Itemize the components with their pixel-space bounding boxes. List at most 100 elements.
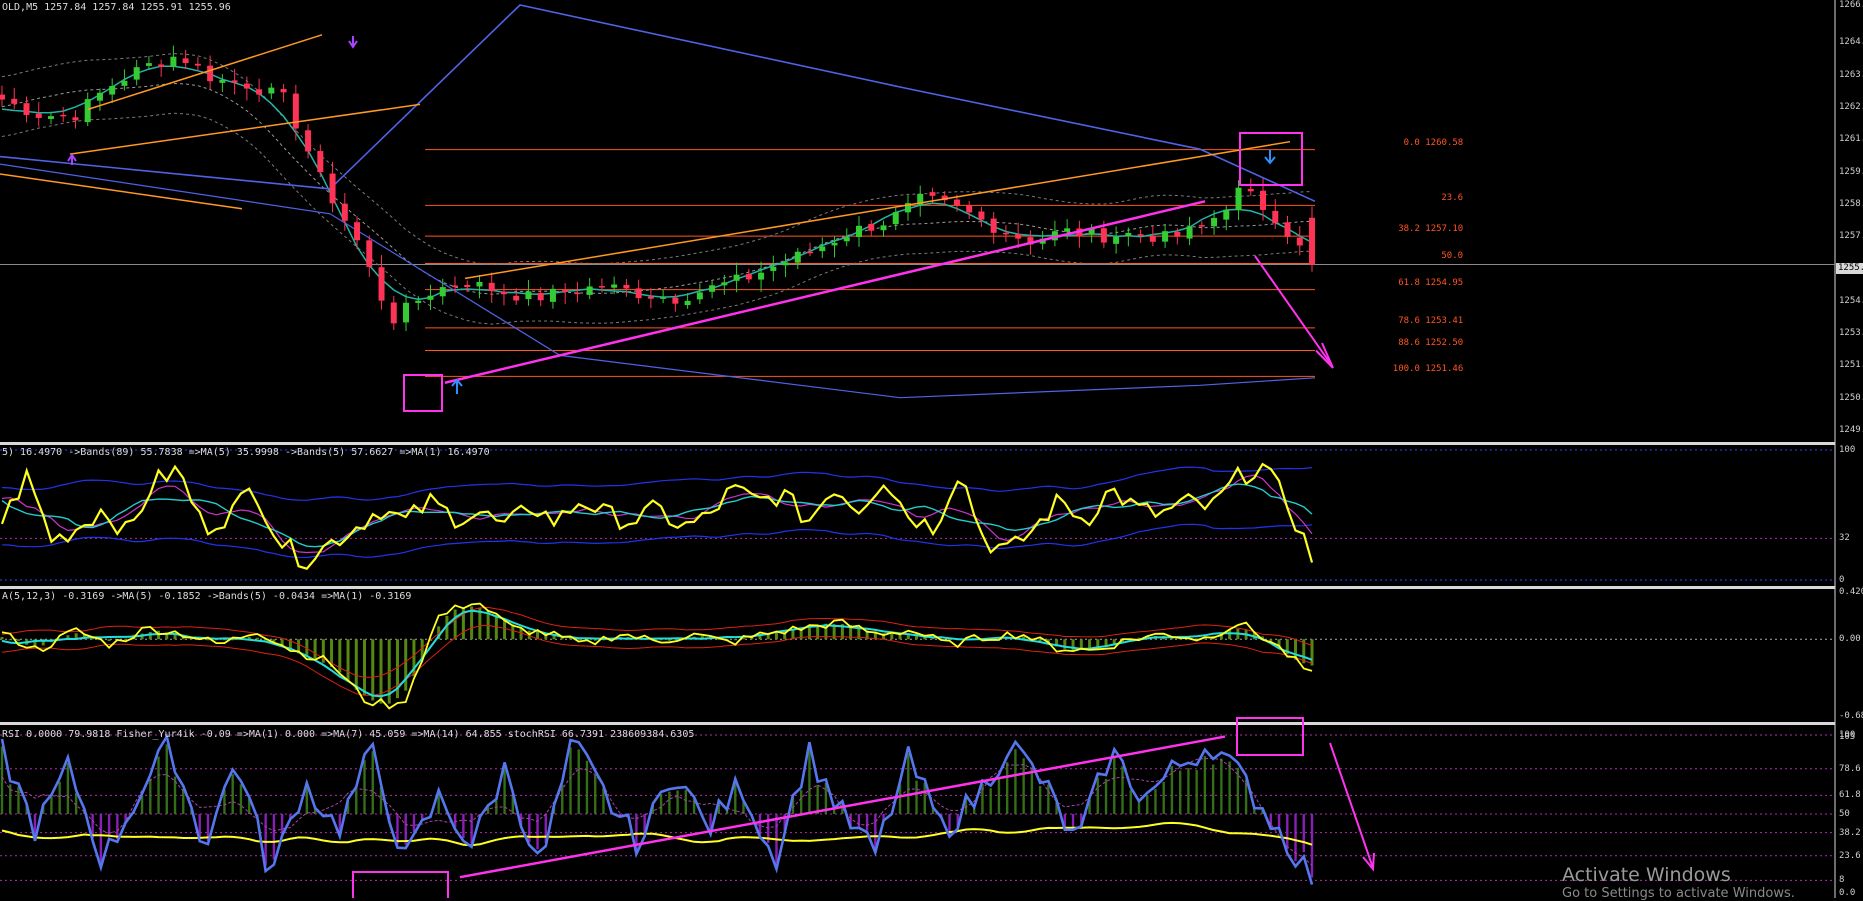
candle-body <box>195 64 201 66</box>
price-axis-tick: 1261.0 <box>1839 134 1863 144</box>
candle-body <box>11 99 17 104</box>
stoch-histogram-bar <box>17 787 19 814</box>
candle-body <box>1223 210 1229 220</box>
stoch-histogram-bar <box>149 779 151 814</box>
price-axis-tick: 1258.4 <box>1839 199 1863 209</box>
stoch-histogram-bar <box>989 788 991 814</box>
stoch-forecast-arrow <box>1330 743 1373 868</box>
candle-body <box>379 267 385 300</box>
stoch-histogram-bar <box>281 814 283 833</box>
price-axis-tick: 1254.5 <box>1839 296 1863 306</box>
stoch-histogram-bar <box>1294 814 1296 861</box>
stoch-histogram-bar <box>998 778 1000 814</box>
fib-level-label: 38.2 1257.10 <box>1398 224 1463 235</box>
stoch-axis-tick: 38.2 <box>1839 828 1861 838</box>
stoch-histogram-bar <box>372 751 374 814</box>
candle-body <box>403 303 409 323</box>
stoch-highlight-box-low <box>353 872 448 898</box>
candle-body <box>758 273 764 280</box>
current-price-tag: 1255.9 <box>1836 263 1863 274</box>
stoch-histogram-bar <box>157 757 159 814</box>
buy-signal-arrow <box>452 380 462 394</box>
macd-histogram-bar <box>149 632 152 639</box>
candle-body <box>256 89 262 94</box>
rsi-upper-band <box>2 467 1312 500</box>
stoch-axis-tick: 50 <box>1839 809 1850 819</box>
macd-histogram-bar <box>404 639 407 690</box>
candle-body <box>807 252 813 254</box>
trading-chart[interactable]: OLD,M5 1257.84 1257.84 1255.91 1255.96 5… <box>0 0 1863 898</box>
macd-axis-tick: -0.683 <box>1839 711 1863 721</box>
stoch-histogram-bar <box>1146 795 1148 814</box>
stoch-histogram-bar <box>1220 759 1222 814</box>
rsi-axis-tick: 100 <box>1839 445 1855 455</box>
candle-body <box>978 211 984 219</box>
candle-body <box>636 288 642 298</box>
stoch-histogram-bar <box>182 789 184 814</box>
candle-body <box>844 237 850 241</box>
candle-body <box>1211 218 1217 226</box>
macd-line <box>2 604 1312 709</box>
price-axis-tick: 1249.3 <box>1839 425 1863 435</box>
trend-line-upper-channel <box>88 35 322 110</box>
stoch-axis-tick: 78.6 <box>1839 764 1861 774</box>
stoch-histogram-bar <box>9 784 11 814</box>
stoch-histogram-bar <box>536 814 538 849</box>
stoch-histogram-bar <box>1121 766 1123 814</box>
candle-body <box>868 224 874 231</box>
fib-level-label: 50.0 <box>1441 251 1463 262</box>
stoch-histogram-bar <box>462 814 464 838</box>
stoch-histogram-bar <box>816 785 818 814</box>
candle-body <box>1174 232 1180 237</box>
stoch-histogram-bar <box>413 814 415 832</box>
stoch-histogram-bar <box>116 814 118 839</box>
candle-body <box>770 267 776 271</box>
candle-body <box>1272 211 1278 223</box>
candle-body <box>48 116 54 119</box>
candle-body <box>317 151 323 172</box>
candle-body <box>354 222 360 240</box>
macd-histogram-bar <box>371 639 374 700</box>
macd-signal-line <box>2 611 1312 697</box>
stoch-axis-tick: 23.6 <box>1839 851 1861 861</box>
candle-body <box>1297 238 1303 246</box>
stoch-axis-tick: 105 <box>1839 732 1855 742</box>
trend-line-support <box>0 174 242 209</box>
candle-body <box>183 58 189 63</box>
candle-body <box>709 285 715 292</box>
stoch-histogram-bar <box>396 814 398 844</box>
macd-histogram-bar <box>108 639 111 641</box>
candle-body <box>1199 225 1205 227</box>
stoch-histogram-bar <box>1031 768 1033 814</box>
stoch-ma-dashed <box>2 758 1312 865</box>
candle-body <box>464 285 470 287</box>
candle-body <box>207 66 213 82</box>
candle-body <box>109 86 115 95</box>
macd-histogram-bar <box>503 620 506 640</box>
macd-histogram-bar <box>17 639 20 641</box>
highlight-box-low <box>404 375 442 411</box>
stoch-histogram-bar <box>166 744 168 814</box>
candle-body <box>660 297 666 299</box>
candle-body <box>513 296 519 301</box>
stoch-histogram-bar <box>1105 779 1107 814</box>
candle-body <box>966 206 972 213</box>
candle-body <box>954 200 960 206</box>
stoch-histogram-bar <box>75 793 77 814</box>
bollinger-lower-band <box>2 113 1312 324</box>
macd-axis-tick: 0.00 <box>1839 634 1861 644</box>
rsi-axis-tick: 0 <box>1839 575 1844 585</box>
stoch-histogram-bar <box>1311 814 1313 877</box>
fib-level-label: 100.0 1251.46 <box>1393 364 1463 375</box>
candle-body <box>734 275 740 281</box>
stoch-histogram-bar <box>355 790 357 814</box>
macd-histogram-bar <box>314 639 317 658</box>
stoch-histogram-bar <box>1154 789 1156 814</box>
stoch-histogram-bar <box>1212 765 1214 814</box>
stoch-histogram-bar <box>273 814 275 860</box>
stoch-histogram-bar <box>685 790 687 814</box>
stoch-histogram-bar <box>874 814 876 849</box>
candle-body <box>795 252 801 263</box>
macd-histogram-bar <box>347 639 350 681</box>
candle-body <box>72 117 78 120</box>
